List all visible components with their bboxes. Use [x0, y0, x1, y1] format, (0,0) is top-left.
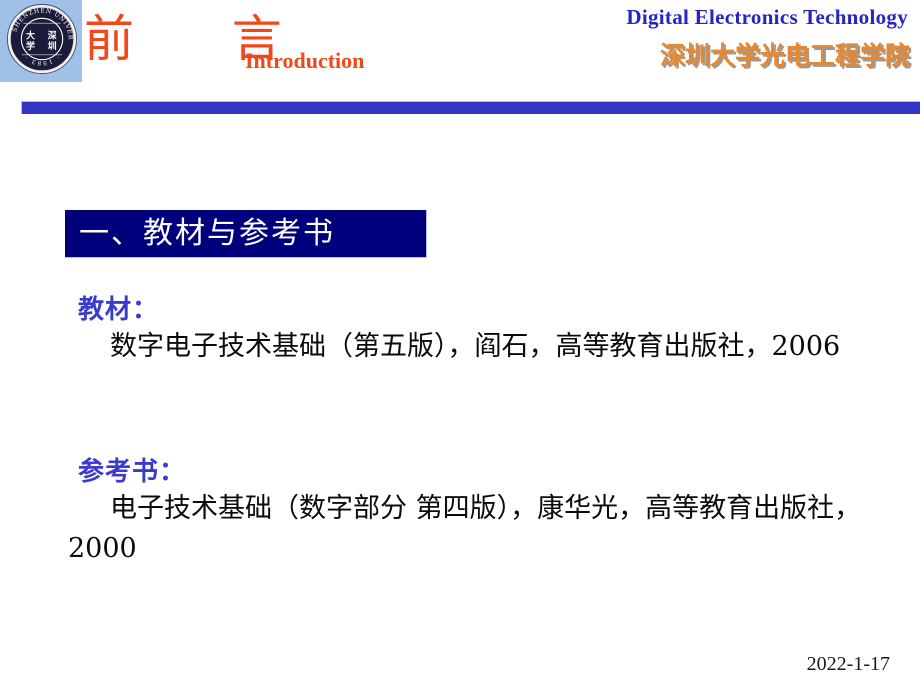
section-heading-label: 一、教材与参考书 [79, 216, 335, 251]
reference-block: 参考书： 电子技术基础（数字部分 第四版），康华光，高等教育出版社，2000 [68, 455, 868, 569]
date-stamp: 2022-1-17 [806, 653, 890, 675]
university-logo-tile: SHENZHEN UNIVERSITY · 1983 · 大 深 学 圳 [0, 0, 82, 82]
reference-text: 电子技术基础（数字部分 第四版），康华光，高等教育出版社，2000 [68, 493, 862, 564]
textbook-text: 数字电子技术基础（第五版），阎石，高等教育出版社，2006 [110, 331, 841, 362]
textbook-block: 教材： 数字电子技术基础（第五版），阎石，高等教育出版社，2006 [78, 293, 868, 367]
slide-header: SHENZHEN UNIVERSITY · 1983 · 大 深 学 圳 前 言 [0, 0, 920, 100]
page-title-english: Introduction [245, 48, 365, 73]
header-divider [21, 101, 920, 114]
textbook-label: 教材： [78, 295, 160, 325]
school-name: 深圳大学光电工程学院 [659, 41, 910, 70]
svg-text:圳: 圳 [48, 40, 57, 52]
svg-text:学: 学 [26, 40, 35, 52]
reference-label: 参考书： [78, 457, 187, 487]
course-title: Digital Electronics Technology [626, 5, 908, 29]
svg-text:深: 深 [48, 29, 57, 41]
slide-canvas: SHENZHEN UNIVERSITY · 1983 · 大 深 学 圳 前 言 [0, 0, 920, 690]
svg-text:大: 大 [26, 29, 35, 41]
shenzhen-university-seal-icon: SHENZHEN UNIVERSITY · 1983 · 大 深 学 圳 [6, 3, 78, 75]
section-heading-box: 一、教材与参考书 [65, 210, 427, 258]
